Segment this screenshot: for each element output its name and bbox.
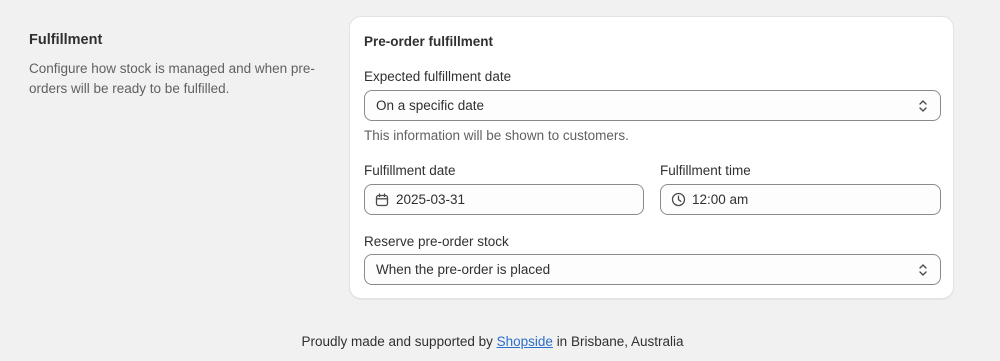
section-info: Fulfillment Configure how stock is manag… — [29, 31, 319, 98]
reserve-stock-value: When the pre-order is placed — [376, 262, 551, 277]
page: Fulfillment Configure how stock is manag… — [0, 0, 1000, 361]
fulfillment-time-value: 12:00 am — [692, 192, 749, 207]
footer-prefix: Proudly made and supported by — [301, 334, 493, 349]
expected-fulfillment-date-value: On a specific date — [376, 98, 485, 113]
preorder-fulfillment-card: Pre-order fulfillment Expected fulfillme… — [349, 16, 954, 299]
expected-fulfillment-help-text: This information will be shown to custom… — [364, 128, 629, 143]
fulfillment-time-field[interactable]: 12:00 am — [660, 184, 941, 215]
footer-suffix: in Brisbane, Australia — [556, 334, 684, 349]
reserve-stock-select[interactable]: When the pre-order is placed — [364, 254, 941, 285]
fulfillment-time-label: Fulfillment time — [660, 163, 751, 178]
select-chevron-icon — [919, 99, 927, 112]
shopside-link[interactable]: Shopside — [497, 334, 553, 349]
card-title: Pre-order fulfillment — [364, 34, 494, 49]
fulfillment-date-value: 2025-03-31 — [396, 192, 466, 207]
expected-fulfillment-date-label: Expected fulfillment date — [364, 69, 512, 84]
expected-fulfillment-date-select[interactable]: On a specific date — [364, 90, 941, 121]
footer: Proudly made and supported by Shopside i… — [0, 333, 985, 350]
calendar-icon — [374, 192, 390, 208]
reserve-stock-label: Reserve pre-order stock — [364, 234, 509, 249]
select-chevron-icon — [919, 263, 927, 276]
section-description: Configure how stock is managed and when … — [29, 61, 315, 96]
section-title: Fulfillment — [29, 32, 103, 48]
fulfillment-date-label: Fulfillment date — [364, 163, 456, 178]
clock-icon — [670, 192, 686, 208]
fulfillment-date-field[interactable]: 2025-03-31 — [364, 184, 644, 215]
